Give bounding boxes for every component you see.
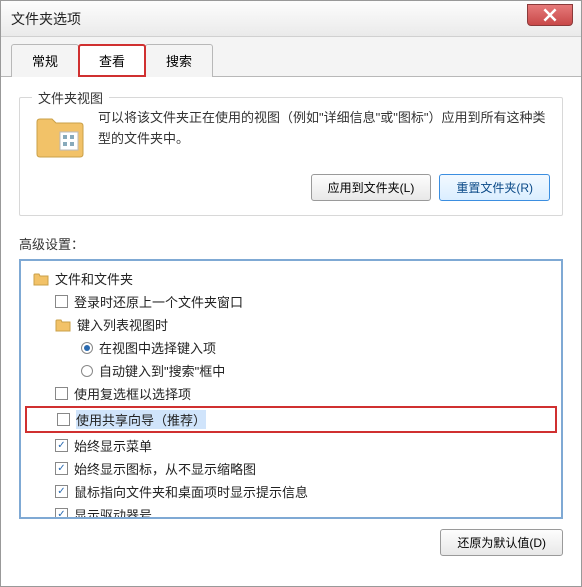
highlight-box: 使用共享向导（推荐） — [25, 406, 557, 433]
checkbox[interactable] — [55, 485, 68, 498]
folder-views-description: 可以将该文件夹正在使用的视图（例如"详细信息"或"图标"）应用到所有这种类型的文… — [98, 108, 550, 150]
footer-row: 还原为默认值(D) — [19, 529, 563, 556]
restore-defaults-button[interactable]: 还原为默认值(D) — [440, 529, 563, 556]
tab-view[interactable]: 查看 — [78, 44, 146, 77]
checkbox[interactable] — [55, 439, 68, 452]
tree-item-auto-search[interactable]: 自动键入到"搜索"框中 — [25, 359, 557, 382]
tree-item-typing-group: 键入列表视图时 — [25, 313, 557, 336]
tab-search[interactable]: 搜索 — [145, 44, 213, 77]
titlebar: 文件夹选项 — [1, 1, 581, 37]
folder-options-window: 文件夹选项 常规 查看 搜索 文件夹视图 — [0, 0, 582, 587]
radio[interactable] — [81, 365, 93, 377]
checkbox[interactable] — [55, 387, 68, 400]
checkbox[interactable] — [55, 295, 68, 308]
checkbox[interactable] — [55, 508, 68, 519]
close-button[interactable] — [527, 4, 573, 26]
window-title: 文件夹选项 — [11, 9, 81, 29]
reset-folders-button[interactable]: 重置文件夹(R) — [439, 174, 550, 201]
tree-item-use-checkboxes[interactable]: 使用复选框以选择项 — [25, 382, 557, 405]
tree-item-show-tooltips[interactable]: 鼠标指向文件夹和桌面项时显示提示信息 — [25, 480, 557, 503]
tree-root-label: 文件和文件夹 — [55, 269, 133, 288]
checkbox[interactable] — [55, 462, 68, 475]
tab-general-label: 常规 — [32, 54, 58, 69]
tree-root: 文件和文件夹 — [25, 267, 557, 290]
close-icon — [543, 8, 557, 22]
tab-view-label: 查看 — [99, 54, 125, 69]
tab-search-label: 搜索 — [166, 54, 192, 69]
checkbox[interactable] — [57, 413, 70, 426]
folder-icon — [33, 271, 49, 287]
folder-icon — [55, 317, 71, 333]
tree-item-sharing-wizard[interactable]: 使用共享向导（推荐） — [27, 408, 555, 431]
tree-item-always-menu[interactable]: 始终显示菜单 — [25, 434, 557, 457]
tree-item-always-icons[interactable]: 始终显示图标，从不显示缩略图 — [25, 457, 557, 480]
tab-content: 文件夹视图 可以将该文件夹正在使用的视图（例如"详细信息"或"图标"）应用到所有… — [1, 77, 581, 587]
folder-views-icon — [32, 108, 88, 164]
tab-row: 常规 查看 搜索 — [1, 37, 581, 77]
tab-general[interactable]: 常规 — [11, 44, 79, 77]
folder-views-legend: 文件夹视图 — [32, 88, 109, 107]
advanced-settings-label: 高级设置： — [19, 234, 563, 253]
tree-item-show-drive-letters[interactable]: 显示驱动器号 — [25, 503, 557, 519]
tree-item-restore-windows[interactable]: 登录时还原上一个文件夹窗口 — [25, 290, 557, 313]
tree-item-select-typed[interactable]: 在视图中选择键入项 — [25, 336, 557, 359]
radio[interactable] — [81, 342, 93, 354]
folder-views-fieldset: 文件夹视图 可以将该文件夹正在使用的视图（例如"详细信息"或"图标"）应用到所有… — [19, 97, 563, 216]
apply-to-folders-button[interactable]: 应用到文件夹(L) — [311, 174, 432, 201]
advanced-settings-tree[interactable]: 文件和文件夹 登录时还原上一个文件夹窗口 键入列表视图时 在视图中选择键入项 自… — [19, 259, 563, 519]
